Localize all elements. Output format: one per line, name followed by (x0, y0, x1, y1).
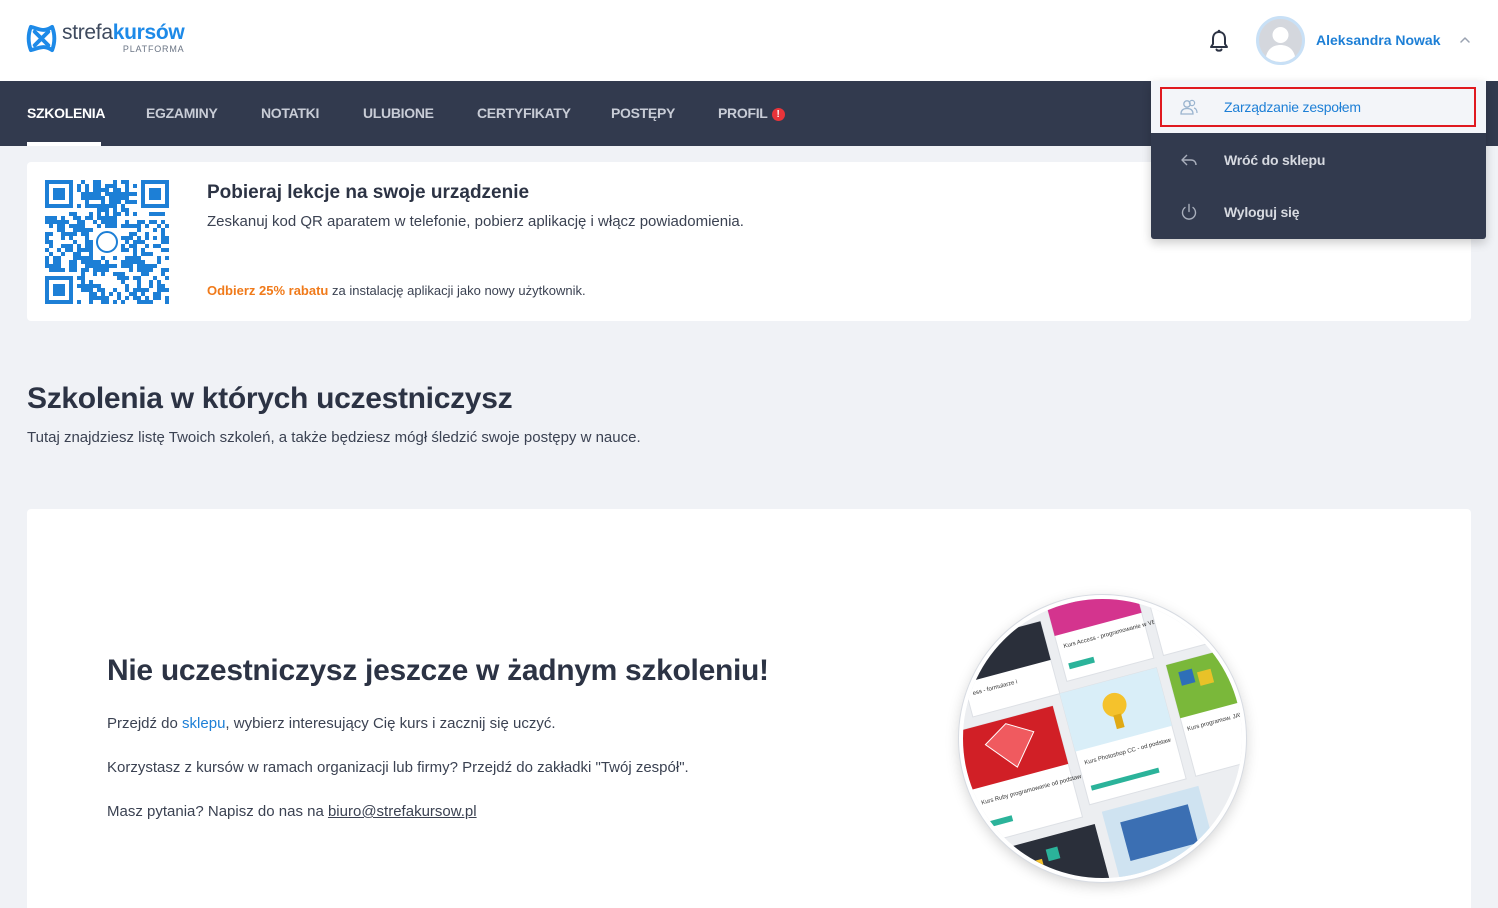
empty-state-title: Nie uczestniczysz jeszcze w żadnym szkol… (107, 654, 769, 687)
nav-item-ulubione[interactable]: ULUBIONE (363, 81, 434, 146)
course-cards-collage: ess - formularze i Kurs Access - program… (963, 599, 1242, 878)
menu-item-logout[interactable]: Wyloguj się (1151, 186, 1486, 238)
app-promo-title: Pobieraj lekcje na swoje urządzenie (207, 182, 530, 203)
top-header: strefakursów PLATFORMA Aleksandra Nowak (0, 0, 1498, 81)
empty-state-contact-text: Masz pytania? Napisz do nas na biuro@str… (107, 803, 477, 820)
logo-word-bold: kursów (112, 21, 185, 44)
page-title: Szkolenia w których uczestniczysz (27, 382, 513, 415)
nav-item-notatki[interactable]: NOTATKI (261, 81, 319, 146)
nav-item-postepy[interactable]: POSTĘPY (611, 81, 675, 146)
nav-item-certyfikaty[interactable]: CERTYFIKATY (477, 81, 571, 146)
logo-subtitle: PLATFORMA (122, 44, 185, 54)
discount-text: za instalację aplikacji jako nowy użytko… (328, 283, 586, 298)
bell-icon[interactable] (1208, 29, 1230, 53)
nav-item-profil-label: PROFIL (718, 105, 768, 121)
qr-code (45, 180, 169, 304)
logo-icon (26, 24, 57, 52)
shop-link[interactable]: sklepu (182, 715, 225, 732)
page-subtitle: Tutaj znajdziesz listę Twoich szkoleń, a… (27, 429, 641, 446)
menu-item-back-to-shop[interactable]: Wróć do sklepu (1151, 134, 1486, 186)
email-link[interactable]: biuro@strefakursow.pl (328, 803, 477, 820)
highlight-box (1160, 87, 1476, 127)
shop-text-after: , wybierz interesujący Cię kurs i zaczni… (225, 715, 556, 732)
shop-text-before: Przejdź do (107, 715, 183, 732)
user-name[interactable]: Aleksandra Nowak (1316, 32, 1441, 48)
empty-state-card: Nie uczestniczysz jeszcze w żadnym szkol… (27, 509, 1471, 908)
nav-active-indicator (27, 142, 101, 146)
logo[interactable]: strefakursów PLATFORMA (26, 21, 185, 54)
empty-state-shop-text: Przejdź do sklepu, wybierz interesujący … (107, 715, 556, 732)
menu-item-label: Wróć do sklepu (1224, 152, 1326, 168)
nav-item-egzaminy[interactable]: EGZAMINY (146, 81, 218, 146)
reply-icon (1181, 154, 1197, 166)
avatar[interactable] (1256, 16, 1305, 65)
logo-word-light: strefa (62, 21, 113, 44)
discount-highlight: Odbierz 25% rabatu (207, 283, 329, 298)
courses-illustration: ess - formularze i Kurs Access - program… (959, 595, 1246, 882)
nav-item-szkolenia[interactable]: SZKOLENIA (27, 81, 106, 146)
nav-item-profil[interactable]: PROFIL! (718, 81, 785, 146)
empty-state-team-text: Korzystasz z kursów w ramach organizacji… (107, 759, 689, 776)
chevron-up-icon[interactable] (1459, 34, 1471, 46)
contact-text-before: Masz pytania? Napisz do nas na (107, 803, 328, 820)
power-icon (1181, 203, 1197, 220)
app-promo-description: Zeskanuj kod QR aparatem w telefonie, po… (207, 213, 744, 230)
user-silhouette-icon (1259, 19, 1302, 62)
app-promo-discount: Odbierz 25% rabatu za instalację aplikac… (207, 283, 586, 298)
menu-item-label: Wyloguj się (1224, 204, 1300, 220)
alert-badge: ! (771, 108, 785, 121)
